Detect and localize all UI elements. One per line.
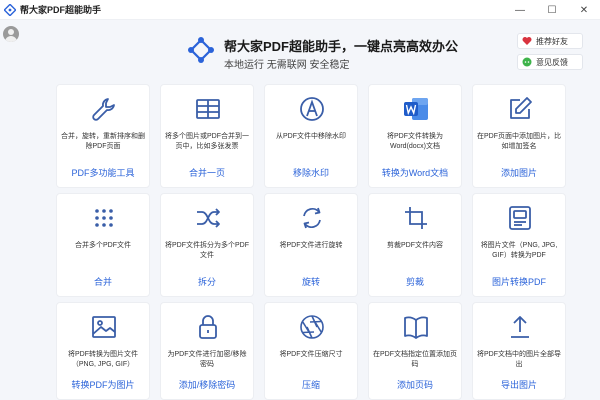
page-subtitle: 本地运行 无需联网 安全稳定 [224,60,350,71]
card-label: 添加图片 [500,168,537,178]
app-logo-icon [4,3,16,16]
tool-card-export-images[interactable]: 将PDF文档中的图片全部导出 导出图片 [472,302,566,400]
tool-card-merge-page[interactable]: 将多个图片或PDF合并到一页中，比如多张发票 合并一页 [160,84,254,188]
card-description: 合并，旋转，重新排序和删除PDF页面 [61,133,145,150]
tool-card-rotate[interactable]: 将PDF文件进行旋转 旋转 [264,193,358,297]
card-label: 合并 [93,277,112,287]
tool-card-compress[interactable]: 将PDF文件压缩尺寸 压缩 [264,302,358,400]
brand-logo-icon [187,36,215,64]
card-description: 将多个图片或PDF合并到一页中，比如多张发票 [165,133,249,150]
edit-icon [506,95,534,123]
card-label: 转换为Word文档 [381,168,449,178]
tool-card-crop[interactable]: 剪裁PDF文件内容 剪裁 [368,193,462,297]
close-button[interactable]: ✕ [568,0,600,20]
aperture-icon [298,313,326,341]
heart-icon [522,36,532,46]
card-description: 从PDF文件中移除水印 [276,133,346,140]
tool-card-pdf-to-image[interactable]: 将PDF转换为图片文件（PNG, JPG, GIF） 转换PDF为图片 [56,302,150,400]
card-label: 添加/移除密码 [178,380,236,390]
recommend-label: 推荐好友 [536,36,568,46]
window-title: 帮大家PDF超能助手 [20,5,102,15]
image-icon [90,313,118,341]
title-bar: 帮大家PDF超能助手 — ☐ ✕ [0,0,600,20]
card-description: 将PDF转换为图片文件（PNG, JPG, GIF） [68,351,138,368]
crop-icon [402,204,430,232]
card-label: 移除水印 [292,168,329,178]
maximize-button[interactable]: ☐ [536,0,568,20]
tool-card-merge[interactable]: 合并多个PDF文件 合并 [56,193,150,297]
rotate-icon [298,204,326,232]
tool-card-split[interactable]: 将PDF文件拆分为多个PDF文件 拆分 [160,193,254,297]
card-label: 合并一页 [188,168,225,178]
wrench-icon [90,95,118,123]
card-description: 在PDF文档指定位置添加页码 [373,351,457,368]
recommend-button[interactable]: 推荐好友 [517,33,583,49]
book-icon [402,313,430,341]
grid-icon [194,95,222,123]
shuffle-icon [194,204,222,232]
card-label: 旋转 [301,277,320,287]
tool-card-page-number[interactable]: 在PDF文档指定位置添加页码 添加页码 [368,302,462,400]
card-description: 为PDF文件进行加密/移除密码 [167,351,247,368]
card-label: 剪裁 [405,277,424,287]
card-label: 转换PDF为图片 [71,380,135,390]
word-icon [402,95,430,123]
card-description: 在PDF页面中添加图片，比如增加签名 [477,133,561,150]
lock-icon [194,313,222,341]
feedback-button[interactable]: 意见反馈 [517,54,583,70]
card-label: 导出图片 [500,380,537,390]
wechat-icon [522,57,532,67]
card-description: 剪裁PDF文件内容 [387,242,443,249]
card-description: 将图片文件（PNG, JPG, GIF）转换为PDF [480,242,558,259]
card-label: 拆分 [197,277,216,287]
card-description: 合并多个PDF文件 [75,242,131,249]
card-description: 将PDF文件拆分为多个PDF文件 [165,242,249,259]
card-description: 将PDF文件压缩尺寸 [279,351,343,358]
page-title: 帮大家PDF超能助手，一键点亮高效办公 [224,39,459,54]
minimize-button[interactable]: — [504,0,536,20]
tool-card-to-word[interactable]: 将PDF文件转换为Word(docx)文档 转换为Word文档 [368,84,462,188]
card-description: 将PDF文档中的图片全部导出 [477,351,561,368]
avatar[interactable] [3,26,19,42]
card-label: 添加页码 [396,380,433,390]
sidebar [0,20,22,400]
id-card-icon [506,204,534,232]
card-label: 压缩 [301,380,320,390]
card-label: PDF多功能工具 [71,168,135,178]
dots-grid-icon [90,204,118,232]
watermark-icon [298,95,326,123]
card-description: 将PDF文件进行旋转 [279,242,343,249]
card-description: 将PDF文件转换为Word(docx)文档 [387,133,443,150]
tool-card-pdf-multi[interactable]: 合并，旋转，重新排序和删除PDF页面 PDF多功能工具 [56,84,150,188]
card-label: 图片转换PDF [491,277,546,287]
upload-icon [506,313,534,341]
tool-card-add-image[interactable]: 在PDF页面中添加图片，比如增加签名 添加图片 [472,84,566,188]
feedback-label: 意见反馈 [536,57,568,67]
tool-card-image-to-pdf[interactable]: 将图片文件（PNG, JPG, GIF）转换为PDF 图片转换PDF [472,193,566,297]
tool-card-password[interactable]: 为PDF文件进行加密/移除密码 添加/移除密码 [160,302,254,400]
tool-card-remove-watermark[interactable]: 从PDF文件中移除水印 移除水印 [264,84,358,188]
